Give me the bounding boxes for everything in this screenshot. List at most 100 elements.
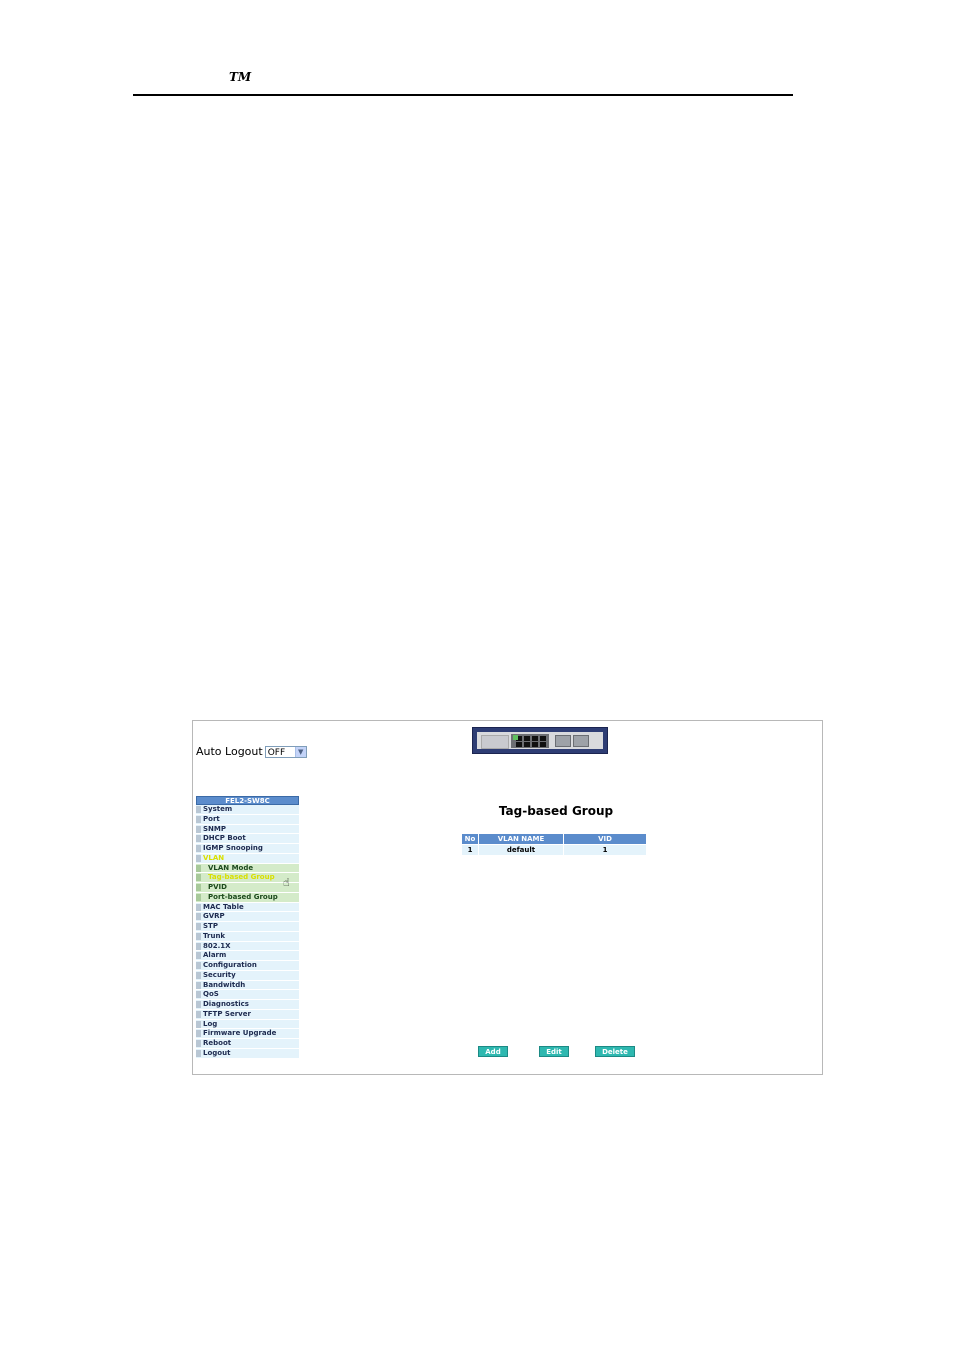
auto-logout-select[interactable]: OFF ▼ — [264, 745, 307, 758]
sidebar-item-vlan[interactable]: VLAN — [196, 853, 299, 864]
col-vlan-name: VLAN NAME — [478, 833, 564, 845]
menu-bullet-icon — [196, 825, 201, 833]
switch-web-ui: Auto Logout OFF ▼ FEL2-SW8C System Port … — [192, 720, 823, 1075]
menu-bullet-icon — [196, 1001, 201, 1008]
menu-bullet-icon — [196, 971, 201, 979]
auto-logout: Auto Logout OFF ▼ — [196, 745, 307, 758]
edit-button[interactable]: Edit — [539, 1046, 569, 1057]
trademark-mark: TM — [229, 70, 252, 84]
sidebar-item-reboot[interactable]: Reboot — [196, 1039, 299, 1049]
menu-bullet-icon — [196, 884, 201, 891]
sidebar-item-label: Diagnostics — [203, 1000, 249, 1008]
sidebar-item-dhcp-boot[interactable]: DHCP Boot — [196, 834, 299, 844]
sidebar-item-label: STP — [203, 922, 218, 930]
delete-button[interactable]: Delete — [595, 1046, 635, 1057]
sidebar-item-security[interactable]: Security — [196, 970, 299, 981]
cell-no: 1 — [461, 844, 479, 856]
sidebar-menu: FEL2-SW8C System Port SNMP DHCP Boot IGMP Sn… — [196, 796, 299, 1059]
menu-bullet-icon — [196, 874, 201, 882]
menu-bullet-icon — [196, 913, 201, 921]
menu-bullet-icon — [196, 1020, 201, 1028]
sidebar-item-label: Tag-based Group — [208, 873, 275, 882]
menu-bullet-icon — [196, 932, 201, 940]
sidebar-item-label: IGMP Snooping — [203, 844, 263, 852]
sidebar-item-alarm[interactable]: Alarm — [196, 951, 299, 961]
cell-vid: 1 — [563, 844, 647, 856]
sidebar-item-label: Alarm — [203, 951, 227, 960]
sidebar-item-label: Logout — [203, 1048, 231, 1057]
chevron-down-icon[interactable]: ▼ — [294, 746, 306, 757]
menu-bullet-icon — [196, 903, 201, 911]
sidebar-item-trunk[interactable]: Trunk — [196, 931, 299, 942]
auto-logout-value: OFF — [267, 747, 286, 758]
sidebar-item-label: TFTP Server — [203, 1009, 251, 1018]
menu-bullet-icon — [196, 991, 201, 999]
sidebar-item-802-1x[interactable]: 802.1X — [196, 941, 299, 952]
sidebar-item-label: GVRP — [203, 912, 225, 921]
table-row[interactable]: 1 default 1 — [461, 844, 647, 856]
menu-bullet-icon — [196, 815, 201, 823]
sidebar-item-label: Security — [203, 970, 236, 979]
menu-bullet-icon — [196, 942, 201, 950]
sidebar-item-label: VLAN Mode — [208, 863, 254, 872]
menu-bullet-icon — [196, 1049, 201, 1057]
sidebar-item-gvrp[interactable]: GVRP — [196, 912, 299, 922]
menu-bullet-icon — [196, 835, 201, 843]
menu-bullet-icon — [196, 981, 201, 989]
sidebar-item-snmp[interactable]: SNMP — [196, 824, 299, 835]
switch-front-panel-image — [472, 727, 608, 754]
sidebar-item-log[interactable]: Log — [196, 1019, 299, 1030]
menu-bullet-icon — [196, 854, 201, 862]
page-title: Tag-based Group — [498, 804, 614, 818]
menu-bullet-icon — [196, 845, 201, 852]
col-no: No — [461, 833, 479, 845]
sidebar-item-port[interactable]: Port — [196, 814, 299, 825]
sidebar-item-igmp-snooping[interactable]: IGMP Snooping — [196, 844, 299, 854]
menu-bullet-icon — [196, 1040, 201, 1047]
sidebar-item-label: Configuration — [203, 961, 257, 969]
sidebar-item-label: Port — [203, 814, 220, 823]
menu-title: FEL2-SW8C — [196, 796, 299, 805]
sidebar-item-tftp-server[interactable]: TFTP Server — [196, 1009, 299, 1020]
sidebar-item-stp[interactable]: STP — [196, 922, 299, 932]
menu-bullet-icon — [196, 962, 201, 969]
sidebar-item-label: SNMP — [203, 824, 226, 833]
hand-cursor-icon: ☝ — [283, 876, 290, 889]
sidebar-item-firmware-upgrade[interactable]: Firmware Upgrade — [196, 1029, 299, 1039]
sidebar-item-label: 802.1X — [203, 941, 231, 950]
menu-bullet-icon — [196, 1030, 201, 1038]
col-vid: VID — [563, 833, 647, 845]
sidebar-item-vlan-mode[interactable]: VLAN Mode — [196, 863, 299, 874]
menu-bullet-icon — [196, 864, 201, 872]
menu-bullet-icon — [196, 952, 201, 960]
sidebar-item-label: VLAN — [203, 853, 225, 862]
document-header: TM — [133, 68, 793, 96]
sidebar-item-qos[interactable]: QoS — [196, 990, 299, 1000]
sidebar-item-system[interactable]: System — [196, 805, 299, 815]
sidebar-item-diagnostics[interactable]: Diagnostics — [196, 1000, 299, 1010]
vlan-table: No VLAN NAME VID 1 default 1 — [461, 833, 647, 856]
sidebar-item-configuration[interactable]: Configuration — [196, 961, 299, 971]
sidebar-item-label: QoS — [203, 990, 219, 999]
sidebar-item-label: Log — [203, 1019, 218, 1028]
sidebar-item-label: Bandwitdh — [203, 980, 246, 989]
cell-vlan-name: default — [478, 844, 564, 856]
sidebar-item-mac-table[interactable]: MAC Table — [196, 902, 299, 913]
sidebar-item-label: Firmware Upgrade — [203, 1029, 277, 1038]
sidebar-item-label: Port-based Group — [208, 892, 278, 901]
menu-bullet-icon — [196, 806, 201, 813]
menu-bullet-icon — [196, 923, 201, 930]
auto-logout-label: Auto Logout — [196, 745, 263, 758]
sidebar-item-label: MAC Table — [203, 902, 244, 911]
sidebar-item-port-based-group[interactable]: Port-based Group — [196, 892, 299, 903]
sidebar-item-label: Trunk — [203, 931, 226, 940]
menu-bullet-icon — [196, 893, 201, 901]
sidebar-item-label: DHCP Boot — [203, 834, 246, 843]
sidebar-item-label: Reboot — [203, 1039, 232, 1047]
add-button[interactable]: Add — [478, 1046, 508, 1057]
sidebar-item-label: PVID — [208, 883, 227, 891]
sidebar-item-logout[interactable]: Logout — [196, 1048, 299, 1059]
sidebar-item-bandwitdh[interactable]: Bandwitdh — [196, 980, 299, 991]
sidebar-item-label: System — [203, 805, 233, 813]
menu-bullet-icon — [196, 1010, 201, 1018]
